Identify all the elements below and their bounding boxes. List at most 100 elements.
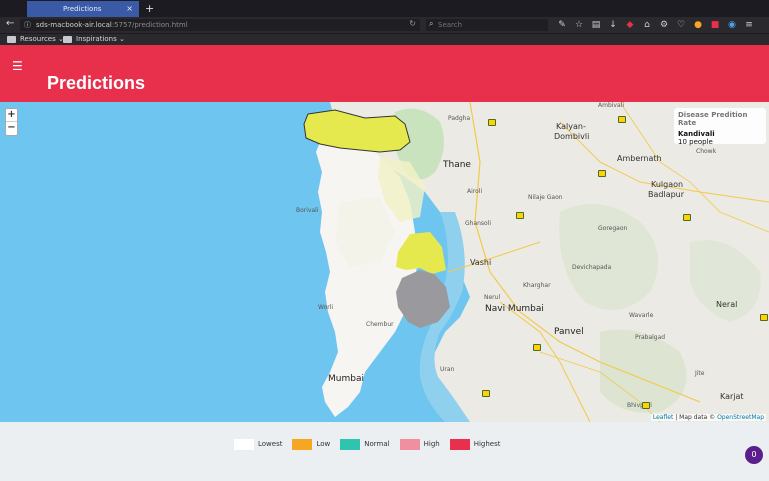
tab-predictions[interactable]: Predictions × (27, 1, 139, 17)
place-label: Chowk (696, 148, 717, 155)
place-label: Ambivali (598, 102, 624, 109)
map-attribution: Leaflet | Map data © OpenStreetMap (650, 414, 766, 421)
place-label: Worli (318, 304, 334, 311)
hamburger-menu-icon[interactable]: ☰ (12, 59, 23, 73)
legend-label: Low (316, 440, 331, 448)
highway-shield-icon (488, 119, 496, 126)
place-label: Airoli (467, 188, 483, 195)
place-label: Panvel (554, 327, 584, 337)
browser-tab-bar: Predictions × + (0, 0, 769, 17)
place-label: Borivali (296, 207, 319, 214)
legend-label: Normal (364, 440, 390, 448)
place-label: Navi Mumbai (485, 304, 544, 314)
place-label: Kulgaon (651, 180, 684, 189)
highway-shield-icon (598, 170, 606, 177)
gamepad-icon[interactable]: ⚙ (658, 19, 670, 31)
pocket-icon[interactable]: ♡ (675, 19, 687, 31)
place-label: Jite (695, 370, 705, 377)
bookmarks-bar: Resources ⌄ Inspirations ⌄ (0, 33, 769, 45)
legend-item-highest: Highest (449, 438, 501, 450)
map[interactable]: + − Disease Predition Rate Kandivali 10 … (0, 102, 769, 422)
legend-item-high: High (399, 438, 440, 450)
star-icon[interactable]: ☆ (573, 19, 585, 31)
account-icon[interactable]: ◉ (726, 19, 738, 31)
download-icon[interactable]: ↓ (607, 19, 619, 31)
legend-label: Lowest (258, 440, 283, 448)
menu-icon[interactable]: ≡ (743, 19, 755, 31)
legend-label: Highest (473, 440, 501, 448)
zoom-in-button[interactable]: + (6, 109, 17, 122)
place-label: Goregaon (598, 225, 628, 232)
place-label: Ghansoli (465, 220, 492, 227)
legend-swatch (292, 438, 313, 450)
toolbar-icons: ✎ ☆ ▤ ↓ ◆ ⌂ ⚙ ♡ ● ■ ◉ ≡ (556, 19, 755, 31)
bookmark-inspirations[interactable]: Inspirations ⌄ (63, 35, 125, 43)
highway-shield-icon (533, 344, 541, 351)
place-label: Nerul (484, 294, 501, 301)
legend-label: High (423, 440, 440, 448)
search-bar[interactable]: ⌕ (426, 19, 548, 31)
highway-shield-icon (642, 402, 650, 409)
leaflet-link[interactable]: Leaflet (653, 414, 673, 421)
zoom-control: + − (5, 108, 18, 136)
place-label: Padgha (448, 115, 471, 122)
browser-nav-bar: ← ⓘ sds-macbook-air.local:5757/predictio… (0, 17, 769, 33)
osm-link[interactable]: OpenStreetMap (717, 414, 764, 421)
info-box: Disease Predition Rate Kandivali 10 peop… (674, 108, 766, 146)
map-canvas (303, 102, 769, 422)
adblock-icon[interactable]: ■ (709, 19, 721, 31)
place-label: Mumbai (328, 374, 364, 384)
place-label: Wavarle (629, 312, 654, 319)
place-label: Dombivli (554, 132, 590, 141)
clipboard-icon[interactable]: ▤ (590, 19, 602, 31)
info-heading: Disease Predition Rate (678, 111, 748, 127)
place-label: Kharghar (523, 282, 551, 289)
legend-swatch (449, 438, 470, 450)
zoom-out-button[interactable]: − (6, 122, 17, 135)
wrench-icon[interactable]: ✎ (556, 19, 568, 31)
reload-icon[interactable]: ↻ (409, 19, 416, 28)
legend-swatch (340, 438, 361, 450)
place-label: Neral (716, 300, 738, 309)
place-label: Vashi (470, 258, 492, 267)
highway-shield-icon (516, 212, 524, 219)
folder-icon (7, 35, 16, 43)
bookmark-resources[interactable]: Resources ⌄ (7, 35, 64, 43)
floating-action-button[interactable]: 0 (745, 446, 763, 464)
search-icon: ⌕ (429, 19, 434, 28)
place-label: Kalyan- (556, 122, 586, 131)
place-label: Chembur (366, 321, 394, 328)
tab-title: Predictions (63, 5, 102, 13)
info-icon[interactable]: ⓘ (24, 20, 31, 30)
info-region-name: Kandivali (678, 130, 715, 138)
highway-shield-icon (618, 116, 626, 123)
back-arrow-icon[interactable]: ← (6, 18, 14, 29)
place-label: Prabalgad (635, 334, 666, 341)
highway-shield-icon (482, 390, 490, 397)
extension-icon[interactable]: ◆ (624, 19, 636, 31)
page-title: Predictions (47, 73, 146, 93)
place-label: Thane (443, 160, 471, 170)
folder-icon (63, 35, 72, 43)
legend-item-lowest: Lowest (234, 438, 283, 450)
legend-swatch (399, 438, 420, 450)
place-label: Nilaje Gaon (528, 194, 563, 201)
new-tab-button[interactable]: + (145, 2, 154, 15)
home-icon[interactable]: ⌂ (641, 19, 653, 31)
color-icon[interactable]: ● (692, 19, 704, 31)
url-bar[interactable]: ⓘ sds-macbook-air.local:5757/prediction.… (20, 19, 420, 31)
place-label: Karjat (720, 392, 744, 401)
search-input[interactable] (438, 20, 543, 30)
highway-shield-icon (760, 314, 768, 321)
legend-item-low: Low (292, 438, 331, 450)
info-region-count: 10 people (678, 138, 713, 146)
url-text: sds-macbook-air.local:5757/prediction.ht… (36, 21, 188, 29)
place-label: Ambernath (617, 154, 662, 163)
close-tab-icon[interactable]: × (126, 4, 133, 13)
place-label: Devichapada (572, 264, 612, 271)
legend-item-normal: Normal (340, 438, 390, 450)
place-label: Badlapur (648, 190, 685, 199)
map-legend: Lowest Low Normal High Highest (234, 437, 511, 451)
highway-shield-icon (683, 214, 691, 221)
place-label: Uran (440, 366, 455, 373)
